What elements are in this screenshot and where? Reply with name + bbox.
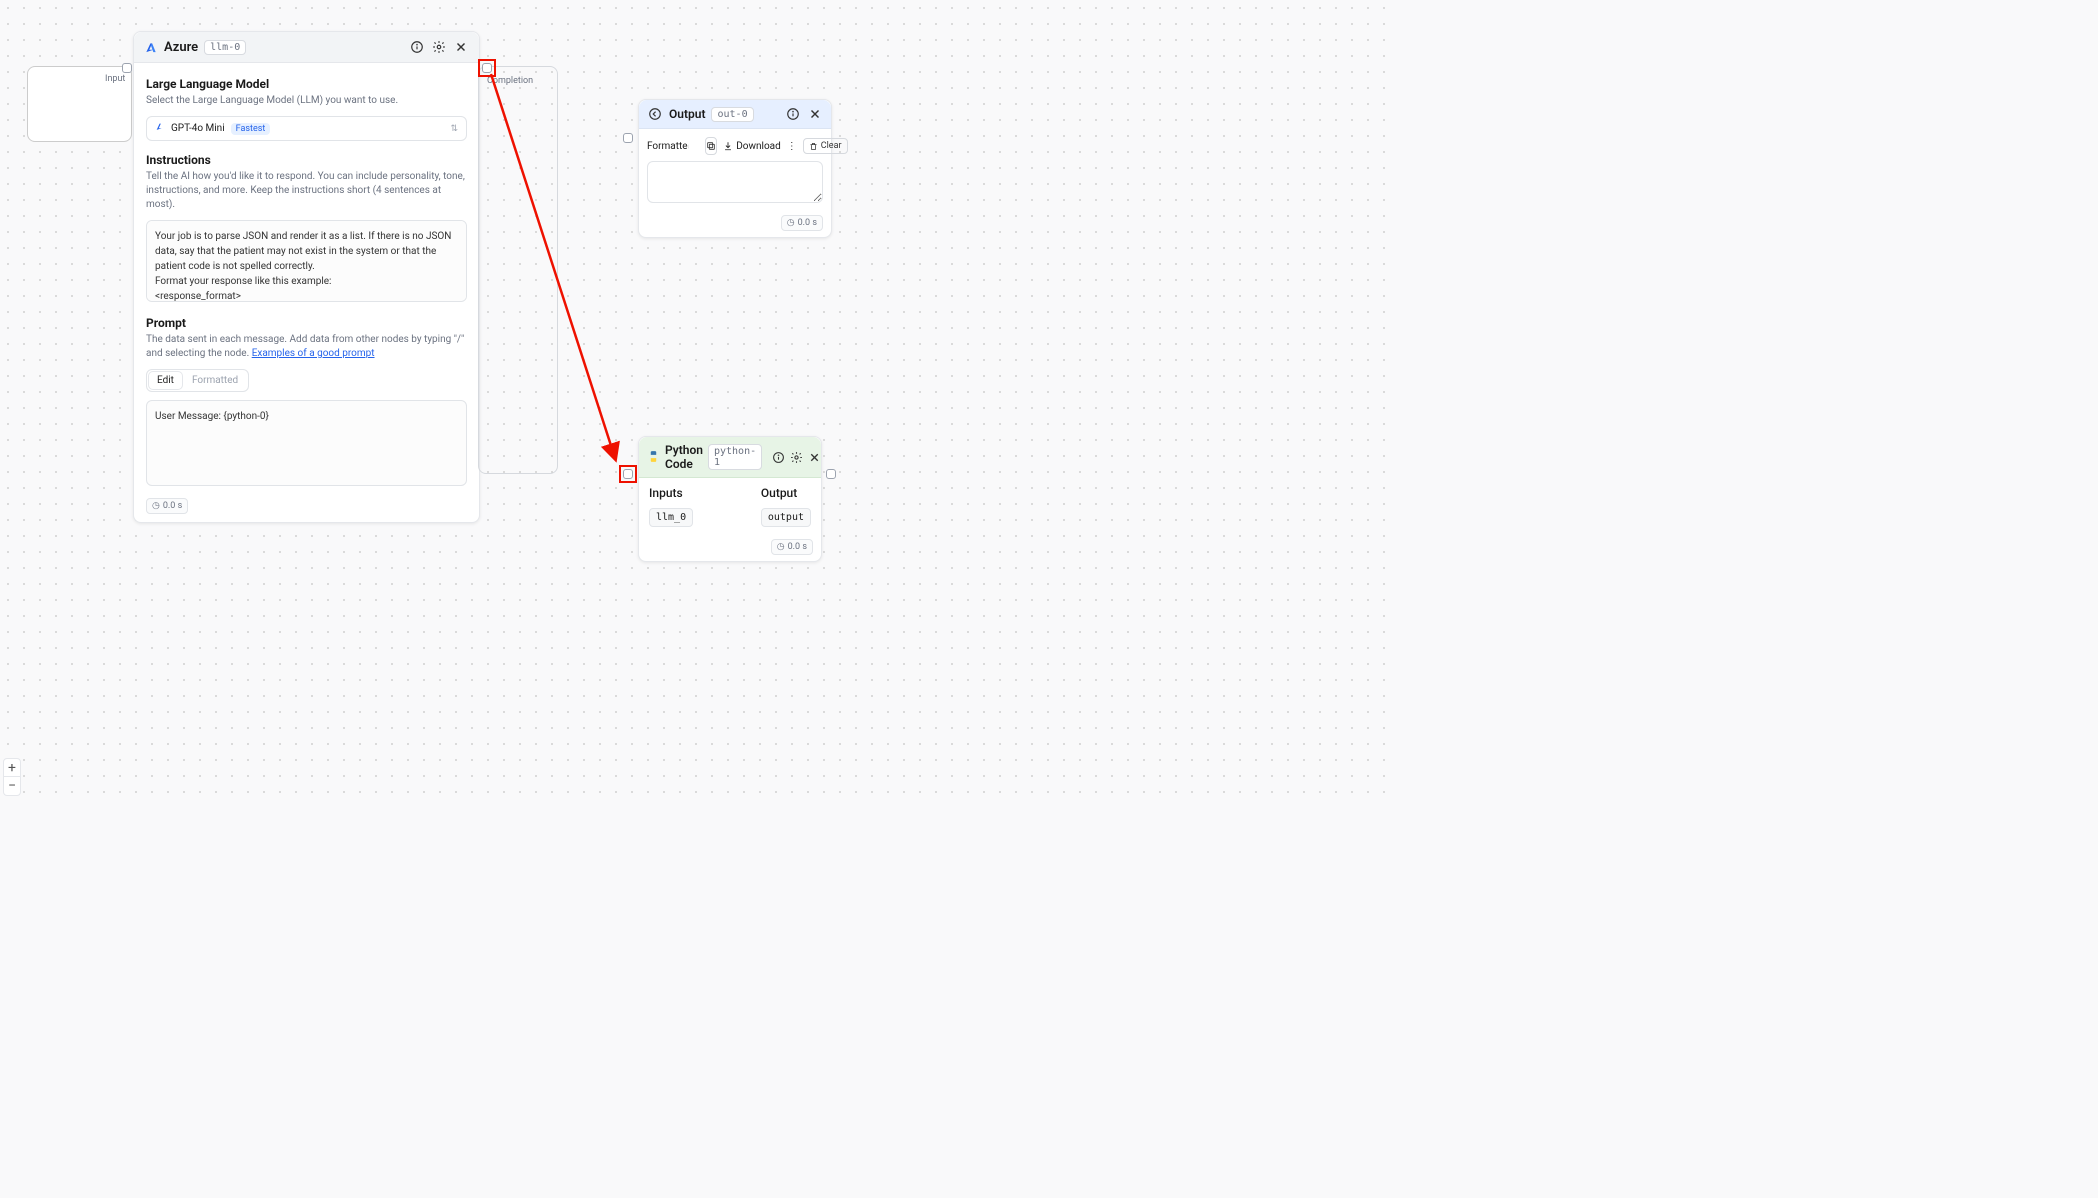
output-timing-text: 0.0 s <box>798 218 817 228</box>
azure-logo-icon <box>155 122 165 135</box>
python-right-port[interactable] <box>826 469 836 479</box>
python-node-id-badge: python-1 <box>708 444 762 470</box>
clock-icon: ◷ <box>787 218 795 228</box>
python-output-title: Output <box>761 486 811 500</box>
port-label-completion: Completion <box>487 76 533 86</box>
zoom-out-button[interactable]: − <box>4 777 20 795</box>
llm-section-title: Large Language Model <box>146 77 467 91</box>
python-inputs-title: Inputs <box>649 486 693 500</box>
back-arrow-icon[interactable] <box>647 106 663 122</box>
gear-icon[interactable] <box>790 449 803 465</box>
azure-logo-icon <box>144 40 158 54</box>
chevron-updown-icon: ⇅ <box>450 124 458 134</box>
red-highlight-python-input <box>619 465 637 483</box>
output-left-port[interactable] <box>623 133 633 143</box>
canvas[interactable]: Azure llm-0 Large Language Model Select … <box>0 0 1399 799</box>
output-node: Output out-0 Formatted Download ⋮ Clear … <box>638 99 832 238</box>
llm-section-subtitle: Select the Large Language Model (LLM) yo… <box>146 94 467 108</box>
azure-input-port[interactable] <box>122 63 132 73</box>
close-icon[interactable] <box>453 39 469 55</box>
instructions-textarea[interactable] <box>146 220 467 302</box>
model-name: GPT-4o Mini <box>171 123 225 134</box>
zoom-controls: + − <box>3 758 21 796</box>
prompt-tabs: Edit Formatted <box>146 369 249 392</box>
azure-node: Azure llm-0 Large Language Model Select … <box>133 31 480 523</box>
output-timing: ◷ 0.0 s <box>781 215 823 231</box>
copy-icon[interactable] <box>705 137 717 155</box>
info-icon[interactable] <box>772 449 785 465</box>
output-textarea[interactable] <box>647 161 823 203</box>
instructions-subtitle: Tell the AI how you'd like it to respond… <box>146 170 467 212</box>
output-node-title: Output <box>669 107 705 121</box>
download-button[interactable]: Download <box>723 141 781 152</box>
python-logo-icon <box>647 448 660 467</box>
prompt-textarea[interactable] <box>146 400 467 486</box>
output-node-id-badge: out-0 <box>711 107 753 122</box>
python-node-title: Python Code <box>665 443 703 471</box>
model-select[interactable]: GPT-4o Mini Fastest ⇅ <box>146 116 467 141</box>
download-label: Download <box>736 141 781 152</box>
python-input-chip[interactable]: llm_0 <box>649 508 693 527</box>
zoom-in-button[interactable]: + <box>4 759 20 777</box>
azure-node-id-badge: llm-0 <box>204 40 246 55</box>
clear-label: Clear <box>821 141 842 151</box>
tab-formatted[interactable]: Formatted <box>184 372 246 389</box>
azure-timing: ◷ 0.0 s <box>146 498 188 514</box>
clear-button[interactable]: Clear <box>803 138 848 154</box>
azure-node-title: Azure <box>164 40 198 55</box>
close-icon[interactable] <box>808 449 821 465</box>
clock-icon: ◷ <box>777 542 785 552</box>
python-timing-text: 0.0 s <box>788 542 807 552</box>
completion-placeholder-box <box>478 66 558 474</box>
gear-icon[interactable] <box>431 39 447 55</box>
clock-icon: ◷ <box>152 501 160 511</box>
python-node-header[interactable]: Python Code python-1 <box>639 437 821 478</box>
output-node-header[interactable]: Output out-0 <box>639 100 831 129</box>
python-output-chip[interactable]: output <box>761 508 811 527</box>
prompt-title: Prompt <box>146 316 467 330</box>
prompt-subtitle: The data sent in each message. Add data … <box>146 333 467 361</box>
info-icon[interactable] <box>785 106 801 122</box>
python-timing: ◷ 0.0 s <box>771 539 813 555</box>
close-icon[interactable] <box>807 106 823 122</box>
prompt-examples-link[interactable]: Examples of a good prompt <box>252 348 375 359</box>
formatted-label: Formatted <box>647 141 693 152</box>
model-tag: Fastest <box>231 123 271 135</box>
info-icon[interactable] <box>409 39 425 55</box>
azure-node-header[interactable]: Azure llm-0 <box>134 32 479 63</box>
azure-timing-text: 0.0 s <box>163 501 182 511</box>
instructions-title: Instructions <box>146 153 467 167</box>
port-label-input: Input <box>105 74 125 84</box>
red-highlight-azure-output <box>478 59 496 77</box>
python-node: Python Code python-1 Inputs llm_0 Output… <box>638 436 822 562</box>
tab-edit[interactable]: Edit <box>149 372 182 389</box>
kebab-icon[interactable]: ⋮ <box>787 137 797 155</box>
